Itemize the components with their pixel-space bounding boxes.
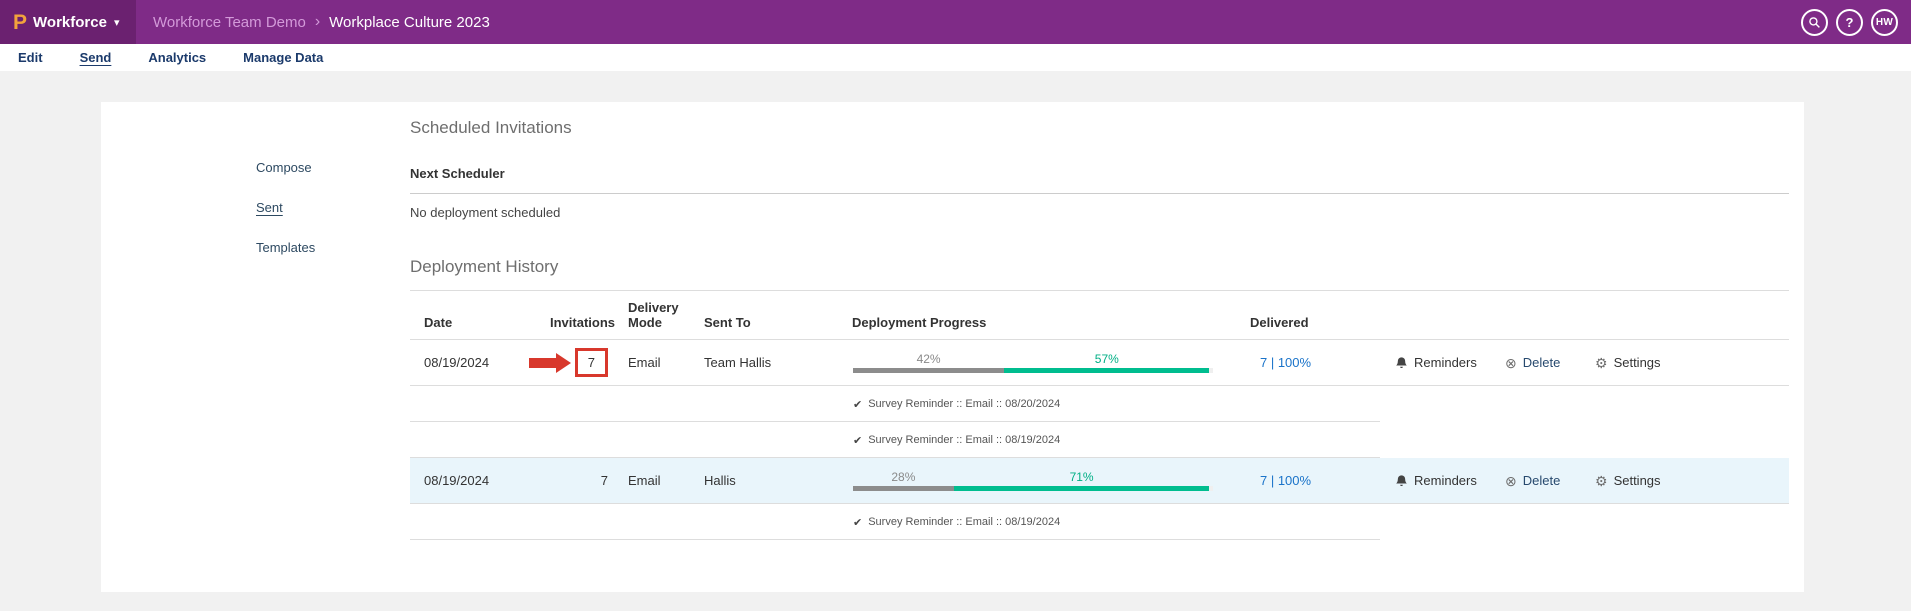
- user-avatar[interactable]: HW: [1871, 9, 1898, 36]
- cell-date: 08/19/2024: [410, 473, 550, 488]
- chevron-down-icon: ▾: [114, 16, 120, 29]
- column-header-delivered: Delivered: [1240, 315, 1395, 330]
- column-header-date: Date: [410, 315, 550, 330]
- cell-sent-to: Hallis: [700, 473, 840, 488]
- send-panel: Compose Sent Templates Scheduled Invitat…: [101, 102, 1804, 592]
- tab-analytics[interactable]: Analytics: [148, 50, 206, 65]
- cell-delivery-mode: Email: [610, 355, 700, 370]
- reminder-subrow: ✔ Survey Reminder :: Email :: 08/19/2024: [410, 504, 1789, 540]
- column-header-delivery-mode: Delivery Mode: [610, 300, 700, 330]
- tab-edit[interactable]: Edit: [18, 50, 43, 65]
- tab-send[interactable]: Send: [80, 50, 112, 65]
- settings-label: Settings: [1614, 355, 1661, 370]
- cell-invitations: 7: [550, 348, 610, 377]
- breadcrumb: Workforce Team Demo › Workplace Culture …: [153, 13, 490, 31]
- check-icon: ✔: [853, 434, 862, 447]
- reminders-button[interactable]: Reminders: [1395, 355, 1505, 370]
- topbar-actions: ? HW: [1801, 9, 1911, 36]
- progress-bar: [853, 368, 1213, 373]
- check-icon: ✔: [853, 516, 862, 529]
- gear-icon: ⚙: [1595, 474, 1608, 488]
- next-scheduler-label: Next Scheduler: [410, 166, 1789, 194]
- no-deployment-message: No deployment scheduled: [410, 194, 1789, 220]
- delete-circle-icon: ⊗: [1505, 474, 1517, 488]
- reminders-label: Reminders: [1414, 473, 1477, 488]
- table-row: 08/19/2024 7 Email Team Hallis 42%: [410, 340, 1789, 386]
- progress-green-label: 57%: [1004, 353, 1209, 367]
- cell-delivered: 7 | 100%: [1240, 355, 1395, 370]
- product-logo-icon: P: [13, 12, 27, 33]
- sidebar-item-compose[interactable]: Compose: [256, 160, 410, 175]
- cell-deployment-progress: 42% 57%: [840, 353, 1240, 373]
- breadcrumb-parent-link[interactable]: Workforce Team Demo: [153, 14, 306, 31]
- app-name: Workforce: [33, 14, 107, 31]
- search-icon: [1808, 16, 1821, 29]
- delete-button[interactable]: ⊗ Delete: [1505, 355, 1595, 370]
- bell-icon: [1395, 474, 1408, 488]
- reminder-text: Survey Reminder :: Email :: 08/19/2024: [868, 434, 1060, 446]
- cell-delivered: 7 | 100%: [1240, 473, 1395, 488]
- cell-delivery-mode: Email: [610, 473, 700, 488]
- progress-segment-green: [1004, 368, 1209, 373]
- avatar-initials: HW: [1876, 17, 1893, 28]
- cell-invitations: 7: [550, 473, 610, 488]
- workforce-menu-button[interactable]: P Workforce ▾: [0, 0, 136, 44]
- cell-sent-to: Team Hallis: [700, 355, 840, 370]
- table-header-row: Date Invitations Delivery Mode Sent To D…: [410, 291, 1789, 340]
- gear-icon: ⚙: [1595, 356, 1608, 370]
- bell-icon: [1395, 356, 1408, 370]
- delete-label: Delete: [1523, 355, 1561, 370]
- reminder-text: Survey Reminder :: Email :: 08/19/2024: [868, 516, 1060, 528]
- help-button[interactable]: ?: [1836, 9, 1863, 36]
- reminder-subrow: ✔ Survey Reminder :: Email :: 08/20/2024: [410, 386, 1789, 422]
- progress-green-label: 71%: [954, 471, 1210, 485]
- column-header-deployment-progress: Deployment Progress: [840, 315, 1240, 330]
- reminder-text: Survey Reminder :: Email :: 08/20/2024: [868, 398, 1060, 410]
- annotation-arrow-icon: [529, 353, 571, 373]
- delivered-link[interactable]: 7 | 100%: [1260, 473, 1311, 488]
- search-button[interactable]: [1801, 9, 1828, 36]
- reminders-button[interactable]: Reminders: [1395, 473, 1505, 488]
- breadcrumb-current-page: Workplace Culture 2023: [329, 14, 490, 31]
- delete-button[interactable]: ⊗ Delete: [1505, 473, 1595, 488]
- reminders-label: Reminders: [1414, 355, 1477, 370]
- breadcrumb-separator-icon: ›: [315, 13, 320, 31]
- progress-gray-label: 42%: [853, 353, 1004, 367]
- settings-label: Settings: [1614, 473, 1661, 488]
- cell-deployment-progress: 28% 71%: [840, 471, 1240, 491]
- settings-button[interactable]: ⚙ Settings: [1595, 355, 1700, 370]
- progress-gray-label: 28%: [853, 471, 954, 485]
- scheduled-invitations-title: Scheduled Invitations: [410, 118, 1789, 138]
- progress-segment-gray: [853, 486, 954, 491]
- settings-button[interactable]: ⚙ Settings: [1595, 473, 1700, 488]
- send-sidebar: Compose Sent Templates: [101, 102, 410, 592]
- sent-content: Scheduled Invitations Next Scheduler No …: [410, 102, 1804, 592]
- survey-nav: Edit Send Analytics Manage Data: [0, 44, 1911, 71]
- highlighted-invitations-count: 7: [575, 348, 608, 377]
- progress-segment-gray: [853, 368, 1004, 373]
- column-header-invitations: Invitations: [550, 315, 610, 330]
- column-header-sent-to: Sent To: [700, 315, 840, 330]
- deployment-history-table: Date Invitations Delivery Mode Sent To D…: [410, 290, 1789, 540]
- check-icon: ✔: [853, 398, 862, 411]
- delete-circle-icon: ⊗: [1505, 356, 1517, 370]
- deployment-history-title: Deployment History: [410, 257, 1789, 277]
- page-background: Compose Sent Templates Scheduled Invitat…: [0, 71, 1911, 611]
- table-row: 08/19/2024 7 Email Hallis 28% 71%: [410, 458, 1789, 504]
- sidebar-item-templates[interactable]: Templates: [256, 240, 410, 255]
- progress-segment-green: [954, 486, 1210, 491]
- delivered-link[interactable]: 7 | 100%: [1260, 355, 1311, 370]
- delete-label: Delete: [1523, 473, 1561, 488]
- top-bar: P Workforce ▾ Workforce Team Demo › Work…: [0, 0, 1911, 44]
- tab-manage-data[interactable]: Manage Data: [243, 50, 323, 65]
- reminder-subrow: ✔ Survey Reminder :: Email :: 08/19/2024: [410, 422, 1789, 458]
- sidebar-item-sent[interactable]: Sent: [256, 200, 410, 215]
- question-mark-icon: ?: [1846, 15, 1854, 30]
- progress-bar: [853, 486, 1213, 491]
